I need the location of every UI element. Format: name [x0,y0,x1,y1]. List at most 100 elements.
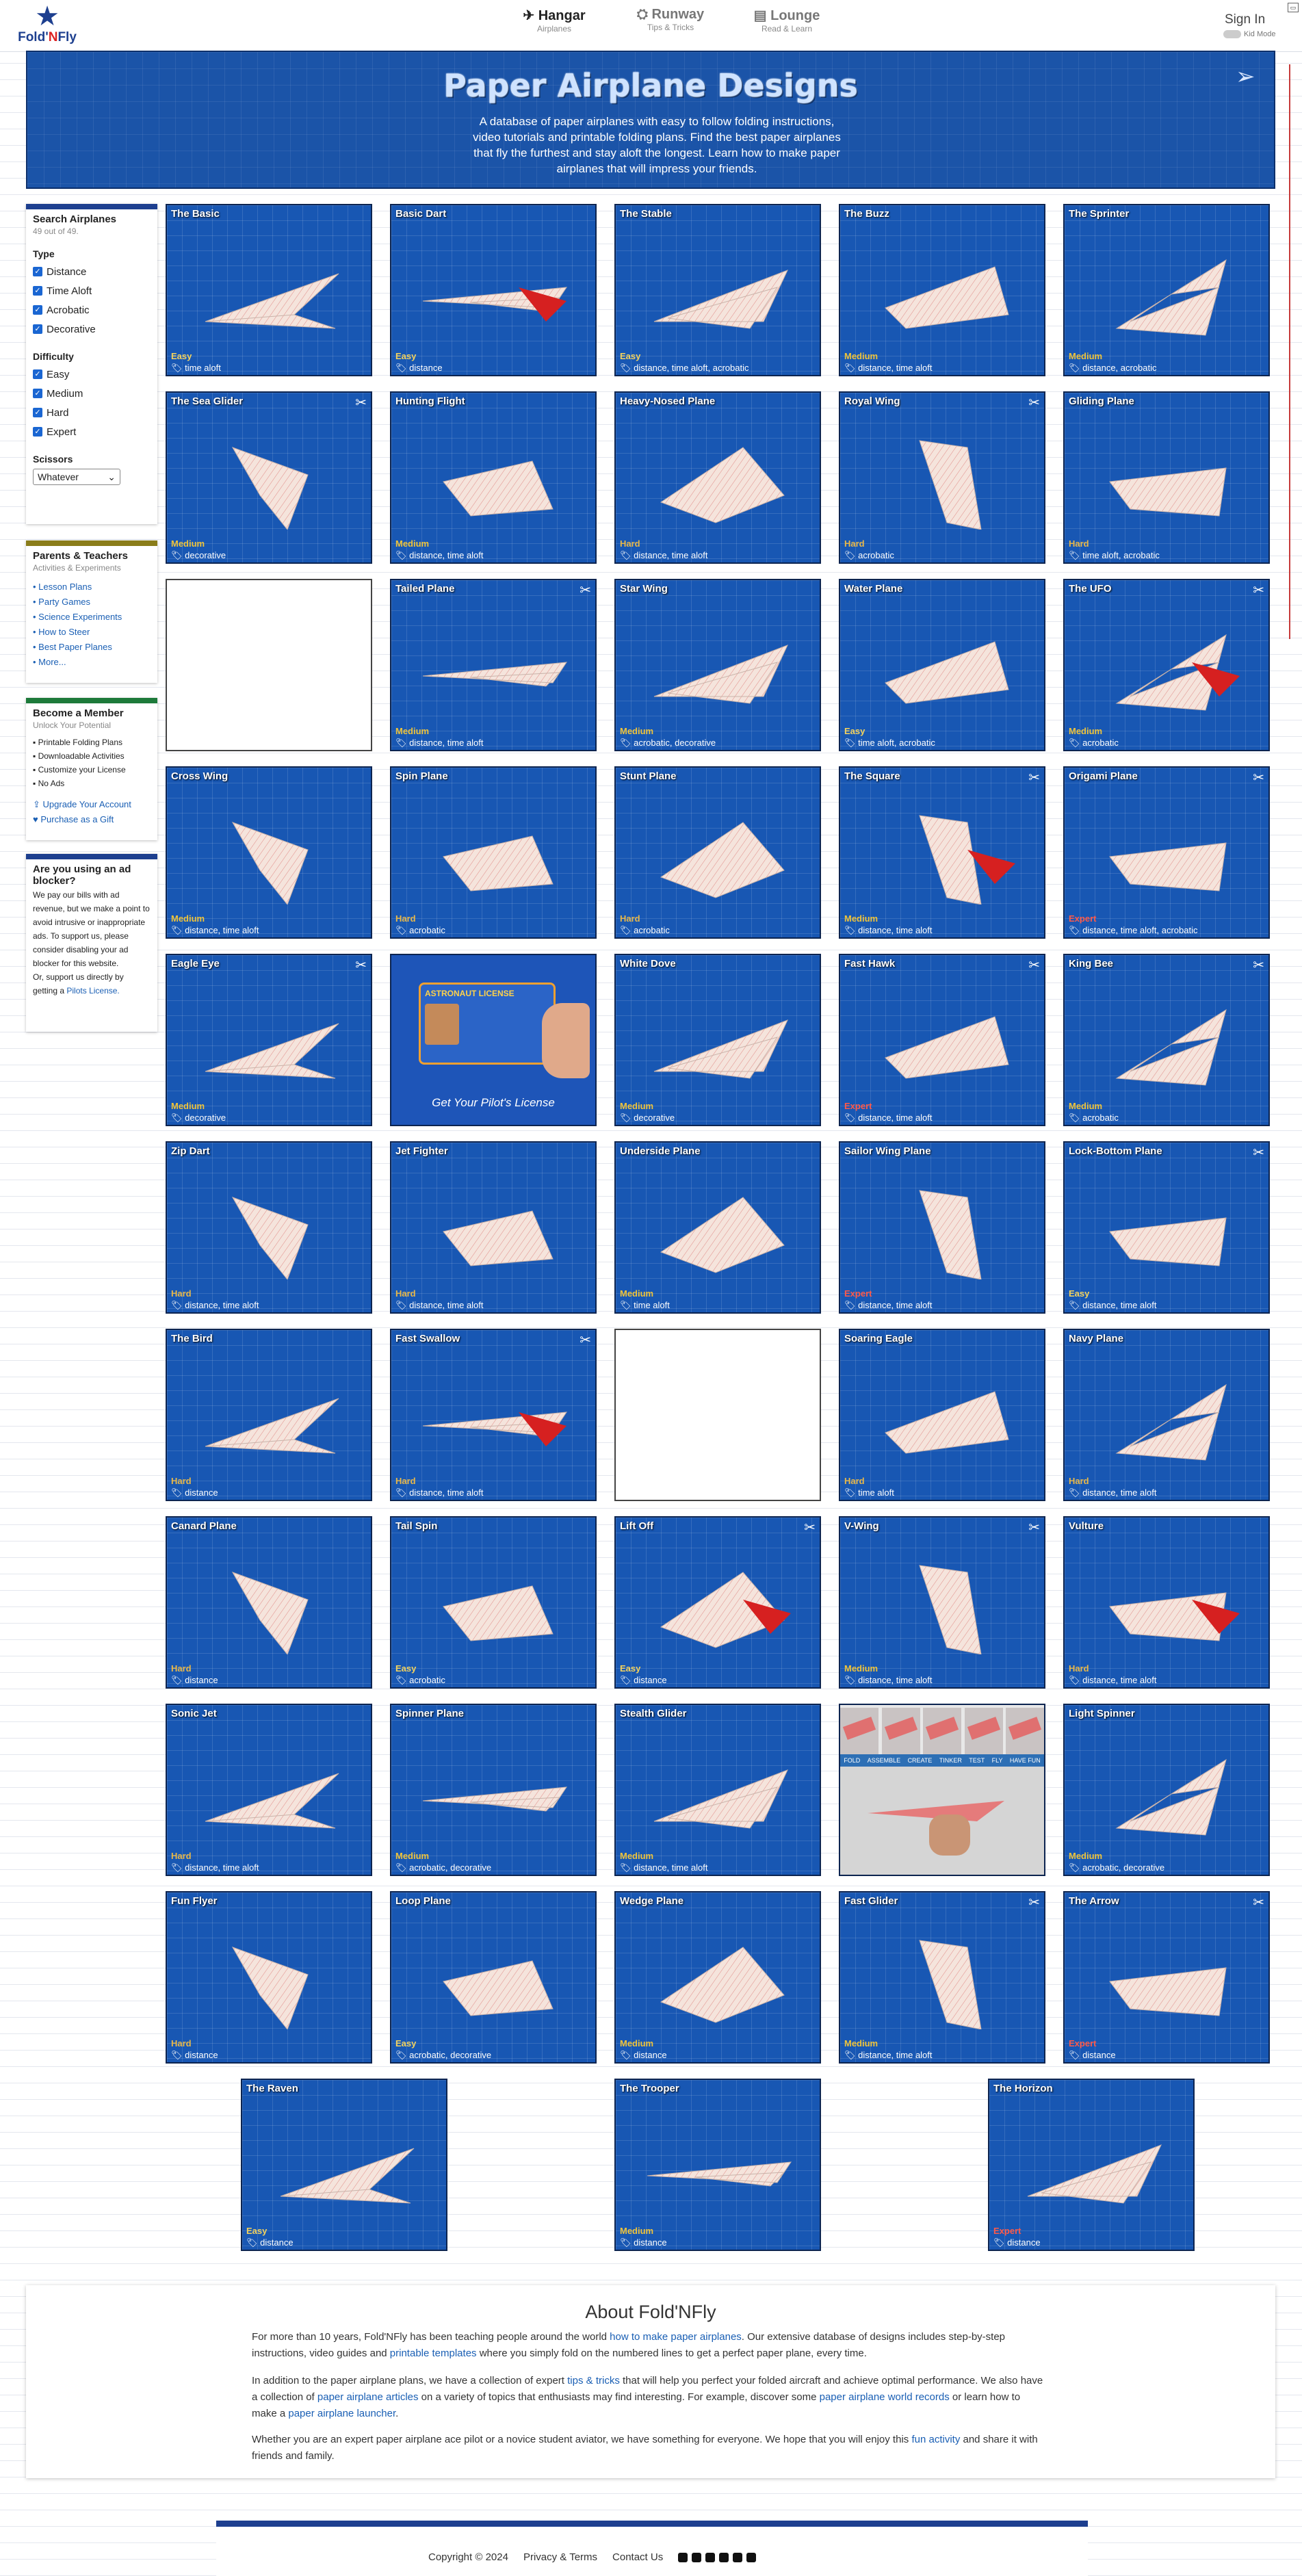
launcher-link[interactable]: paper airplane launcher [288,2408,395,2419]
plane-name[interactable]: Lift Off [620,1520,653,1532]
checkbox-icon[interactable]: ✓ [33,267,42,276]
plane-card[interactable]: Water Plane Easy 🏷 time aloft, acrobatic [839,579,1045,751]
plane-name[interactable]: V-Wing [844,1520,879,1532]
plane-name[interactable]: Navy Plane [1069,1333,1123,1344]
plane-card[interactable]: The Raven Easy 🏷 distance [241,2079,447,2251]
plane-name[interactable]: Stealth Glider [620,1708,687,1719]
plane-name[interactable]: The Square [844,770,900,782]
plane-name[interactable]: Basic Dart [395,208,446,220]
plane-card[interactable]: Tailed Plane ✂ Medium 🏷 distance, time alof… [390,579,597,751]
plane-name[interactable]: Eagle Eye [171,958,220,970]
instagram-icon[interactable] [705,2553,716,2563]
plane-name[interactable]: Royal Wing [844,395,900,407]
facebook-icon[interactable] [692,2553,702,2563]
plane-card[interactable]: The Sprinter Medium 🏷 distance, acrobatic [1063,204,1270,376]
plane-card[interactable]: Origami Plane ✂ Expert 🏷 distance, time alo… [1063,766,1270,939]
twitter-icon[interactable] [719,2553,729,2563]
how-to-make-link[interactable]: how to make paper airplanes [610,2331,742,2343]
plane-card[interactable]: Hunting Flight Medium 🏷 distance, time alo… [390,391,597,564]
pilot-license-promo[interactable]: ASTRONAUT LICENSE Get Your Pilot's Licens… [390,954,597,1126]
plane-name[interactable]: Lock-Bottom Plane [1069,1145,1162,1157]
checkbox-icon[interactable]: ✓ [33,427,42,437]
plane-name[interactable]: The Horizon [993,2083,1053,2094]
plane-name[interactable]: Fast Glider [844,1895,898,1907]
plane-name[interactable]: Spin Plane [395,770,448,782]
plane-name[interactable]: Fast Hawk [844,958,895,970]
plane-card[interactable]: Lift Off ✂ Easy 🏷 distance [614,1516,821,1689]
filter-acrobatic[interactable]: ✓ Acrobatic [33,300,151,320]
plane-card[interactable]: The Horizon Expert 🏷 distance [988,2079,1195,2251]
plane-name[interactable]: The Arrow [1069,1895,1119,1907]
plane-card[interactable]: Spinner Plane Medium 🏷 acrobatic, decorati… [390,1704,597,1876]
plane-name[interactable]: The UFO [1069,583,1112,595]
plane-card[interactable]: Royal Wing ✂ Hard 🏷 acrobatic [839,391,1045,564]
link-science-experiments[interactable]: • Science Experiments [33,610,151,625]
youtube-icon[interactable] [678,2553,688,2563]
plane-card[interactable]: Loop Plane Easy 🏷 acrobatic, decorative [390,1891,597,2064]
plane-card[interactable]: Lock-Bottom Plane ✂ Easy 🏷 distance, time a… [1063,1141,1270,1314]
plane-card[interactable]: V-Wing ✂ Medium 🏷 distance, time aloft [839,1516,1045,1689]
plane-card[interactable]: Spin Plane Hard 🏷 acrobatic [390,766,597,939]
amazon-icon[interactable] [733,2553,743,2563]
plane-card[interactable]: The Sea Glider ✂ Medium 🏷 decorative [166,391,372,564]
plane-card[interactable]: Star Wing Medium 🏷 acrobatic, decorative [614,579,821,751]
checkbox-icon[interactable]: ✓ [33,389,42,398]
checkbox-icon[interactable]: ✓ [33,286,42,296]
checkbox-icon[interactable]: ✓ [33,305,42,315]
plane-name[interactable]: Vulture [1069,1520,1104,1532]
nav-runway[interactable]: ⛭ Runway Tips & Tricks [623,7,718,41]
plane-name[interactable]: Gliding Plane [1069,395,1134,407]
nav-hangar[interactable]: ✈ Hangar Airplanes [506,7,602,41]
plane-card[interactable]: The Arrow ✂ Expert 🏷 distance [1063,1891,1270,2064]
fun-activity-link[interactable]: fun activity [911,2434,960,2445]
tips-tricks-link[interactable]: tips & tricks [567,2375,620,2386]
plane-card[interactable]: King Bee ✂ Medium 🏷 acrobatic [1063,954,1270,1126]
plane-card[interactable]: Gliding Plane Hard 🏷 time aloft, acrobatic [1063,391,1270,564]
plane-name[interactable]: Origami Plane [1069,770,1138,782]
plane-name[interactable]: Spinner Plane [395,1708,464,1719]
plane-name[interactable]: Fun Flyer [171,1895,218,1907]
link-best-paper-planes[interactable]: • Best Paper Planes [33,640,151,655]
scissors-select[interactable]: Whatever ⌄ [33,469,120,485]
window-restore-icon[interactable]: ▭ [1288,3,1299,12]
plane-name[interactable]: Heavy-Nosed Plane [620,395,715,407]
sign-in-link[interactable]: Sign In [1225,12,1265,27]
plane-name[interactable]: Wedge Plane [620,1895,683,1907]
plane-card[interactable]: Soaring Eagle Hard 🏷 time aloft [839,1329,1045,1501]
link-party-games[interactable]: • Party Games [33,595,151,610]
plane-name[interactable]: King Bee [1069,958,1113,970]
plane-card[interactable]: Sonic Jet Hard 🏷 distance, time aloft [166,1704,372,1876]
plane-card[interactable]: Basic Dart Easy 🏷 distance [390,204,597,376]
nav-lounge[interactable]: ▤ Lounge Read & Learn [739,7,835,41]
plane-card[interactable]: Fast Swallow ✂ Hard 🏷 distance, time aloft [390,1329,597,1501]
plane-card[interactable]: White Dove Medium 🏷 decorative [614,954,821,1126]
plane-card[interactable]: The Trooper Medium 🏷 distance [614,2079,821,2251]
filter-medium[interactable]: ✓ Medium [33,384,151,403]
checkbox-icon[interactable]: ✓ [33,408,42,417]
filter-expert[interactable]: ✓ Expert [33,422,151,441]
plane-name[interactable]: Fast Swallow [395,1333,460,1344]
filter-easy[interactable]: ✓ Easy [33,365,151,384]
world-records-link[interactable]: paper airplane world records [820,2391,950,2403]
filter-decorative[interactable]: ✓ Decorative [33,320,151,339]
plane-name[interactable]: The Basic [171,208,220,220]
plane-name[interactable]: Sailor Wing Plane [844,1145,931,1157]
plane-name[interactable]: Sonic Jet [171,1708,217,1719]
plane-name[interactable]: Loop Plane [395,1895,451,1907]
plane-name[interactable]: Stunt Plane [620,770,677,782]
plane-card[interactable]: Underside Plane Medium 🏷 time aloft [614,1141,821,1314]
filter-time-aloft[interactable]: ✓ Time Aloft [33,281,151,300]
launcher-promo[interactable]: FOLD ASSEMBLE CREATE TINKER TEST FLY HAVE FUN [839,1704,1045,1876]
plane-name[interactable]: The Sprinter [1069,208,1129,220]
plane-card[interactable]: Light Spinner Medium 🏷 acrobatic, decorati… [1063,1704,1270,1876]
plane-name[interactable]: The Buzz [844,208,889,220]
plane-name[interactable]: Underside Plane [620,1145,701,1157]
plane-name[interactable]: The Bird [171,1333,213,1344]
checkbox-icon[interactable]: ✓ [33,369,42,379]
plane-card[interactable]: Fast Glider ✂ Medium 🏷 distance, time aloft [839,1891,1045,2064]
plane-card[interactable]: The Square ✂ Medium 🏷 distance, time aloft [839,766,1045,939]
pilots-license-link[interactable]: Pilots License. [66,986,119,996]
plane-card[interactable]: Wedge Plane Medium 🏷 distance [614,1891,821,2064]
plane-name[interactable]: The Sea Glider [171,395,243,407]
checkbox-icon[interactable]: ✓ [33,324,42,334]
